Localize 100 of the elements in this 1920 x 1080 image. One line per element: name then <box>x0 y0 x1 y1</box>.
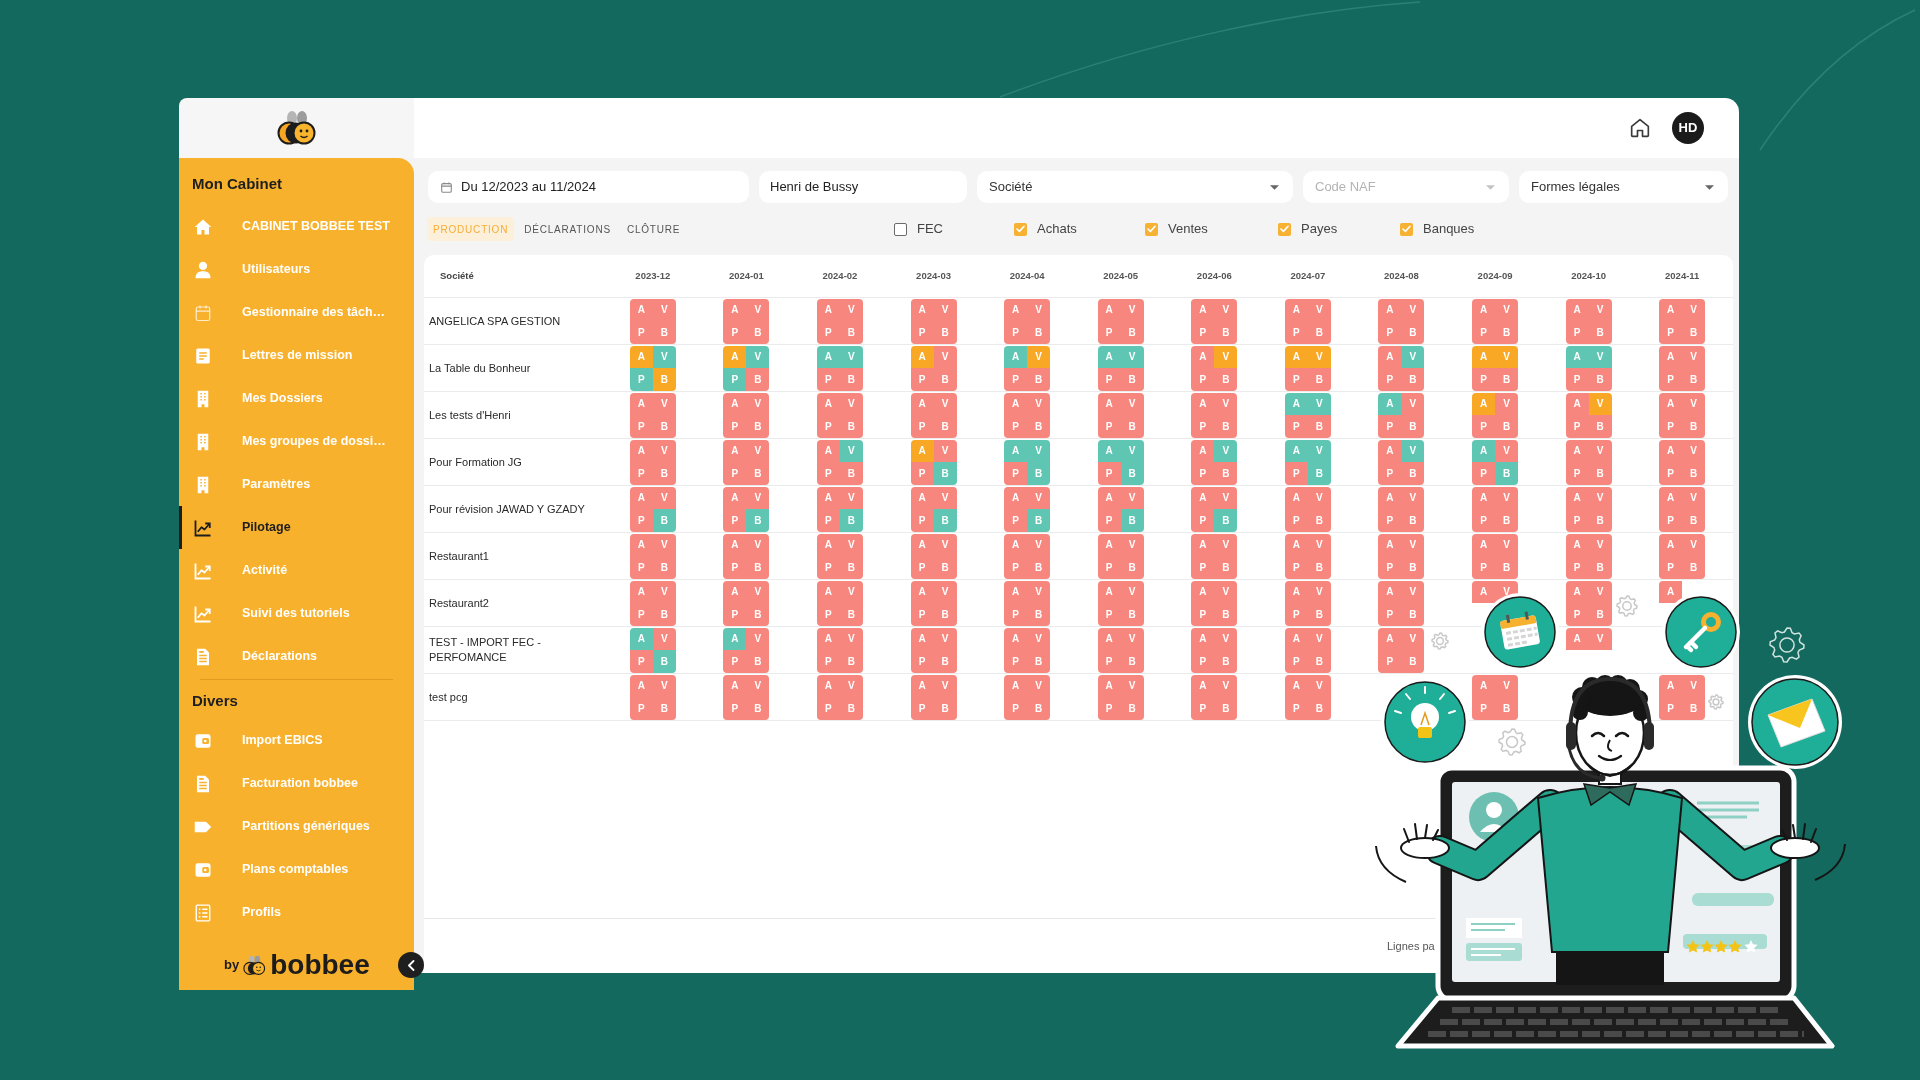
status-tile: V <box>1027 533 1051 556</box>
status-tile: P <box>1378 462 1402 485</box>
status-tile: B <box>746 556 770 579</box>
status-tile: B <box>1588 368 1612 391</box>
status-tile: B <box>1495 415 1519 438</box>
checkbox[interactable] <box>1278 222 1291 236</box>
status-tile: V <box>1027 392 1051 415</box>
user-avatar[interactable]: HD <box>1672 112 1704 144</box>
select-field[interactable]: Société <box>977 171 1293 203</box>
tab[interactable]: DÉCLARATIONS <box>518 217 617 241</box>
status-tile: P <box>723 697 747 720</box>
status-tile: V <box>1588 627 1612 650</box>
status-tile: V <box>1588 439 1612 462</box>
status-tile: V <box>1307 674 1331 697</box>
sidebar-item[interactable]: Mes Dossiers <box>179 377 414 420</box>
checkbox[interactable] <box>1400 222 1413 236</box>
status-tile: P <box>1284 697 1308 720</box>
status-tile: V <box>1401 392 1425 415</box>
status-tile: V <box>1120 580 1144 603</box>
status-tile: P <box>1004 603 1028 626</box>
sidebar-item[interactable]: Gestionnaire des tâch… <box>179 291 414 334</box>
status-tile: B <box>746 368 770 391</box>
status-tile: P <box>1191 462 1215 485</box>
checkbox-label[interactable]: FEC <box>917 219 943 239</box>
select-field[interactable]: Formes légales <box>1519 171 1728 203</box>
checkbox-label[interactable]: Banques <box>1423 219 1475 239</box>
checkbox-label[interactable]: Ventes <box>1168 219 1208 239</box>
status-tile: P <box>1284 462 1308 485</box>
sidebar-item[interactable]: Import EBICS <box>179 719 414 762</box>
status-tile: P <box>1565 556 1589 579</box>
sidebar-item[interactable]: Déclarations <box>179 635 414 678</box>
status-tile: V <box>1307 486 1331 509</box>
status-tile: V <box>1214 674 1238 697</box>
status-tile: A <box>723 298 747 321</box>
sidebar-item[interactable]: CABINET BOBBEE TEST <box>179 205 414 248</box>
status-tile: V <box>652 533 676 556</box>
sidebar-item[interactable]: Profils <box>179 891 414 934</box>
checkbox-label[interactable]: Payes <box>1301 219 1338 239</box>
status-tile: V <box>1682 392 1706 415</box>
name-field[interactable]: Henri de Bussy <box>759 171 967 203</box>
status-tile: B <box>1401 509 1425 532</box>
checkbox[interactable] <box>1014 222 1027 236</box>
status-tile: A <box>723 345 747 368</box>
status-tile: A <box>1191 486 1215 509</box>
status-tile: P <box>1004 321 1028 344</box>
status-tile: P <box>816 650 840 673</box>
sidebar-item[interactable]: Suivi des tutoriels <box>179 592 414 635</box>
status-tile: V <box>1214 486 1238 509</box>
status-tile: A <box>1191 580 1215 603</box>
collapse-sidebar-button[interactable] <box>398 952 424 978</box>
status-tile: B <box>933 650 957 673</box>
tab[interactable]: PRODUCTION <box>427 217 515 241</box>
status-tile: V <box>1588 345 1612 368</box>
status-tile: A <box>816 345 840 368</box>
sidebar-item[interactable]: Activité <box>179 549 414 592</box>
bee-logo-icon <box>276 110 317 146</box>
status-tile: V <box>1495 298 1519 321</box>
status-tile: A <box>1004 674 1028 697</box>
status-tile: P <box>1565 368 1589 391</box>
status-tile: V <box>652 580 676 603</box>
status-tile: V <box>1307 345 1331 368</box>
chevron-left-icon <box>407 959 415 971</box>
sidebar-item[interactable]: Lettres de mission <box>179 334 414 377</box>
status-tile: V <box>1027 439 1051 462</box>
status-tile: V <box>1120 674 1144 697</box>
status-tile: A <box>629 486 653 509</box>
status-tile: A <box>1472 533 1496 556</box>
checkbox-label[interactable]: Achats <box>1037 219 1077 239</box>
check-icon <box>1402 225 1411 233</box>
status-tile: V <box>933 439 957 462</box>
status-tile: B <box>1682 462 1706 485</box>
status-tile: B <box>1027 368 1051 391</box>
status-tile: B <box>1027 650 1051 673</box>
sidebar-item[interactable]: Plans comptables <box>179 848 414 891</box>
status-tile: P <box>1472 697 1496 720</box>
status-tile: P <box>723 415 747 438</box>
status-tile: V <box>1682 298 1706 321</box>
status-tile: B <box>1401 650 1425 673</box>
status-tile: V <box>746 674 770 697</box>
line-chart-icon <box>194 604 212 623</box>
status-tile: A <box>1097 298 1121 321</box>
home-icon[interactable] <box>1630 118 1650 138</box>
checkbox[interactable] <box>1145 222 1158 236</box>
status-tile: A <box>1004 298 1028 321</box>
sidebar-item[interactable]: Facturation bobbee <box>179 762 414 805</box>
status-tile: P <box>910 697 934 720</box>
sidebar-item[interactable]: Utilisateurs <box>179 248 414 291</box>
status-tile: B <box>1588 321 1612 344</box>
sidebar-item[interactable]: Partitions génériques <box>179 805 414 848</box>
gear-icon <box>1431 632 1449 650</box>
status-tile: A <box>1191 439 1215 462</box>
sidebar-item[interactable]: Paramètres <box>179 463 414 506</box>
checkbox[interactable] <box>894 222 907 236</box>
sidebar-item[interactable]: Mes groupes de dossi… <box>179 420 414 463</box>
status-tile: P <box>816 462 840 485</box>
check-icon <box>1147 225 1156 233</box>
date-range-field[interactable]: Du 12/2023 au 11/2024 <box>428 171 749 203</box>
tab[interactable]: CLÔTURE <box>620 217 687 241</box>
status-tile: V <box>746 298 770 321</box>
status-tile: A <box>1004 439 1028 462</box>
